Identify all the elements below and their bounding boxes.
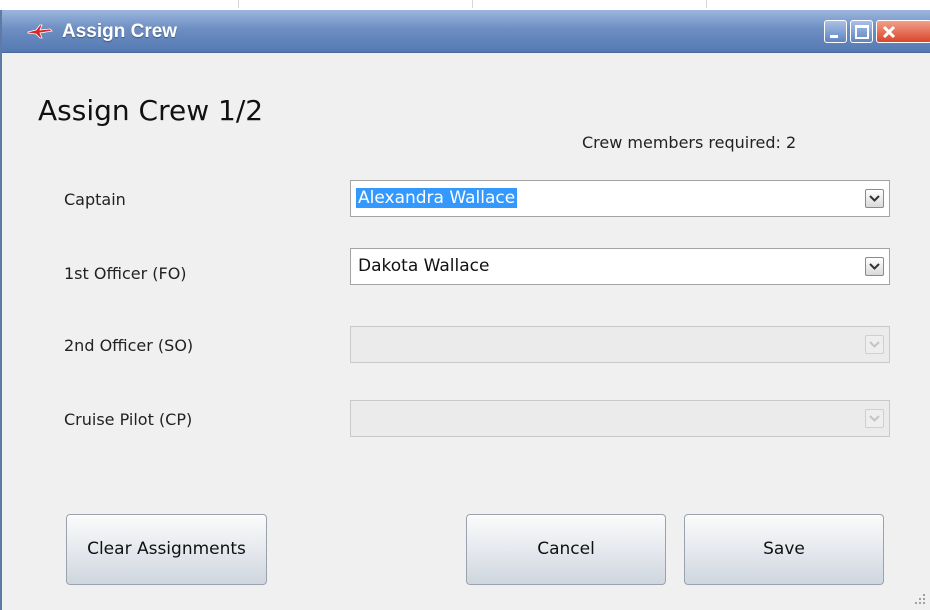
divider [706,0,707,8]
minimize-icon [830,35,838,38]
cruise-pilot-select [350,400,890,437]
captain-value: Alexandra Wallace [356,188,518,208]
clear-assignments-button[interactable]: Clear Assignments [66,514,267,585]
cruise-pilot-dropdown-button [865,409,884,428]
app-plane-icon [27,24,53,39]
captain-select[interactable]: Alexandra Wallace [350,180,890,217]
first-officer-dropdown-button[interactable] [865,257,884,276]
first-officer-label: 1st Officer (FO) [64,264,187,283]
divider [472,0,473,8]
maximize-button[interactable] [850,20,873,43]
divider [238,0,239,8]
crew-required-text: Crew members required: 2 [582,133,797,152]
minimize-button[interactable] [824,20,847,43]
maximize-icon [855,25,869,39]
close-icon [882,25,896,39]
second-officer-label: 2nd Officer (SO) [64,336,194,355]
second-officer-dropdown-button [865,335,884,354]
chevron-down-icon [869,195,880,202]
assign-crew-dialog: Assign Crew Assign Crew 1/2 Crew members… [0,10,930,610]
save-button[interactable]: Save [684,514,884,585]
title-bar[interactable]: Assign Crew [2,10,930,53]
chevron-down-icon [869,341,880,348]
chevron-down-icon [869,415,880,422]
cruise-pilot-label: Cruise Pilot (CP) [64,410,193,429]
second-officer-select [350,326,890,363]
captain-label: Captain [64,190,126,209]
chevron-down-icon [869,263,880,270]
cancel-button[interactable]: Cancel [466,514,666,585]
first-officer-value: Dakota Wallace [358,256,490,276]
captain-dropdown-button[interactable] [865,189,884,208]
background-strip [0,0,930,10]
page-title: Assign Crew 1/2 [38,94,264,127]
resize-grip-icon[interactable] [912,592,926,606]
first-officer-select[interactable]: Dakota Wallace [350,248,890,285]
close-button[interactable] [876,20,930,43]
window-title: Assign Crew [62,21,178,42]
